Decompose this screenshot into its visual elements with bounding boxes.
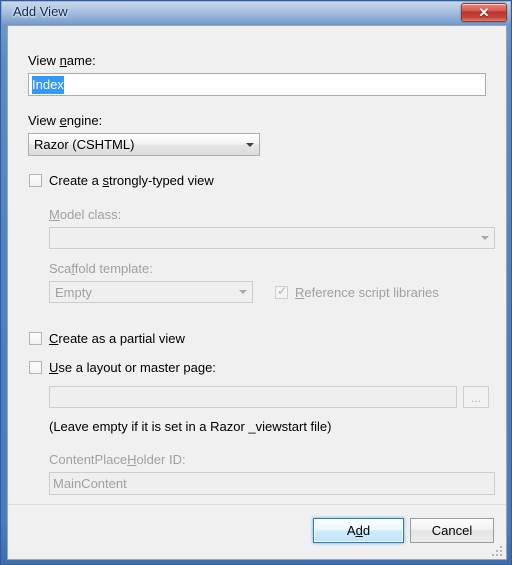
view-engine-combobox[interactable]: Razor (CSHTML) [28, 133, 260, 156]
chevron-down-icon[interactable] [476, 229, 493, 247]
scaffold-template-combobox[interactable]: Empty [49, 281, 253, 303]
chevron-down-icon[interactable] [241, 135, 258, 154]
content-placeholder-label: ContentPlaceHolder ID: [49, 452, 186, 467]
strongly-typed-view-label: Create a strongly-typed view [49, 173, 214, 188]
use-layout-checkbox[interactable]: Use a layout or master page: [29, 360, 216, 375]
cancel-button-label: Cancel [431, 523, 473, 538]
scaffold-template-label: Scaffold template: [49, 261, 153, 276]
view-engine-value: Razor (CSHTML) [34, 137, 135, 152]
chevron-down-icon[interactable] [234, 283, 251, 301]
view-name-value: Index [32, 76, 64, 94]
content-placeholder-input[interactable]: MainContent [49, 472, 495, 495]
close-button[interactable]: ✕ [461, 3, 507, 22]
browse-button[interactable]: ... [463, 386, 489, 408]
scaffold-template-value: Empty [55, 285, 92, 300]
content-placeholder-value: MainContent [53, 476, 127, 491]
checkbox-box: ✓ [275, 284, 288, 299]
use-layout-label: Use a layout or master page: [49, 360, 216, 375]
checkbox-box [29, 361, 42, 374]
resize-grip[interactable] [492, 546, 504, 558]
reference-script-libraries-checkbox[interactable]: ✓ Reference script libraries [275, 285, 439, 300]
view-name-input[interactable]: Index [28, 73, 486, 96]
close-icon: ✕ [478, 5, 490, 20]
checkbox-box [29, 174, 42, 187]
layout-hint-text: (Leave empty if it is set in a Razor _vi… [49, 419, 332, 434]
window-title: Add View [13, 4, 68, 19]
model-class-combobox[interactable] [49, 227, 495, 249]
reference-script-libraries-label: Reference script libraries [295, 285, 439, 300]
checkbox-box [29, 332, 42, 345]
check-icon: ✓ [277, 284, 288, 298]
strongly-typed-view-checkbox[interactable]: Create a strongly-typed view [29, 173, 214, 188]
dialog-client-area: View name: Index View engine: Razor (CSH… [7, 25, 507, 560]
add-button-label: Add [346, 523, 371, 538]
browse-button-label: ... [470, 391, 481, 405]
model-class-label: Model class: [49, 207, 122, 222]
dialog-button-bar: Add Cancel [8, 506, 506, 559]
add-button[interactable]: Add [313, 518, 404, 543]
view-name-label: View name: [28, 53, 96, 68]
layout-path-input[interactable] [49, 386, 457, 408]
view-engine-label: View engine: [28, 113, 103, 128]
dialog-content-panel: View name: Index View engine: Razor (CSH… [8, 26, 506, 505]
partial-view-label: Create as a partial view [49, 331, 185, 346]
add-view-dialog-window: Add View ✕ View name: Index View engine:… [0, 0, 512, 565]
cancel-button[interactable]: Cancel [410, 518, 494, 543]
title-bar: Add View ✕ [1, 1, 512, 25]
partial-view-checkbox[interactable]: Create as a partial view [29, 331, 185, 346]
